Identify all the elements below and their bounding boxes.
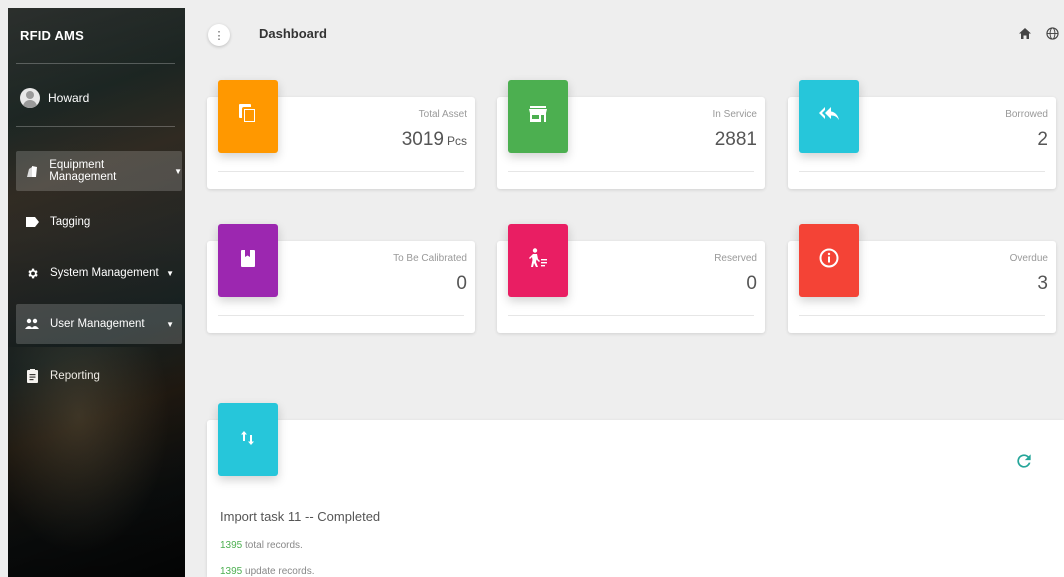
info-icon (819, 248, 839, 273)
card-value: 3019 Pcs (401, 129, 467, 150)
update-records-count: 1395 (220, 566, 243, 577)
divider (16, 126, 175, 127)
card-value: 3 (1037, 273, 1048, 294)
import-export-icon (240, 430, 256, 449)
sidebar-item-reporting[interactable]: Reporting (16, 356, 182, 396)
stat-card-borrowed[interactable]: Borrowed 2 (788, 80, 1056, 189)
home-icon[interactable] (1017, 25, 1033, 41)
card-tile (218, 224, 278, 297)
divider (799, 171, 1045, 172)
refresh-button[interactable] (1014, 451, 1036, 473)
divider (799, 315, 1045, 316)
card-value: 2 (1037, 129, 1048, 150)
copy-icon (239, 104, 257, 129)
app-title[interactable]: RFID AMS (20, 28, 84, 43)
sidebar-item-label: System Management (50, 267, 159, 279)
divider (508, 171, 754, 172)
sidebar: RFID AMS Howard Equipment Management ▼ T… (8, 8, 185, 577)
card-value: 0 (456, 273, 467, 294)
card-value: 2881 (714, 129, 757, 150)
divider (218, 171, 464, 172)
tag-icon (24, 214, 40, 230)
total-records-count: 1395 (220, 540, 243, 551)
card-label: To Be Calibrated (393, 253, 467, 264)
total-records-text: total records. (245, 540, 303, 551)
avatar (20, 88, 40, 108)
store-icon (529, 106, 547, 127)
stat-card-in-service[interactable]: In Service 2881 (497, 80, 765, 189)
stat-card-reserved[interactable]: Reserved 0 (497, 224, 765, 333)
card-tile (218, 403, 278, 476)
card-label: Reserved (714, 253, 757, 264)
caret-down-icon: ▼ (166, 268, 174, 278)
divider (508, 315, 754, 316)
sidebar-item-tagging[interactable]: Tagging (16, 202, 182, 242)
card-label: Overdue (1009, 253, 1048, 264)
caret-down-icon: ▼ (166, 319, 174, 329)
import-task-title: Import task 11 -- Completed (220, 509, 381, 524)
clipboard-icon (24, 368, 40, 384)
card-label: Total Asset (418, 109, 467, 120)
sidebar-item-user-management[interactable]: User Management ▼ (16, 304, 182, 344)
divider (218, 315, 464, 316)
total-records-line: 1395 total records. (220, 540, 303, 551)
card-tile (799, 224, 859, 297)
card-tile (799, 80, 859, 153)
bookmark-book-icon (241, 249, 255, 272)
menu-toggle-button[interactable]: ⋮ (208, 24, 230, 46)
sidebar-item-system-management[interactable]: System Management ▼ (16, 253, 182, 293)
users-icon (24, 316, 40, 332)
user-name: Howard (48, 91, 90, 105)
stat-card-to-be-calibrated[interactable]: To Be Calibrated 0 (207, 224, 475, 333)
globe-icon[interactable] (1044, 25, 1060, 41)
refresh-icon (1017, 454, 1031, 468)
update-records-line: 1395 update records. (220, 566, 315, 577)
sidebar-item-label: Tagging (50, 216, 91, 228)
sidebar-item-label: Reporting (50, 370, 100, 382)
sidebar-item-label: Equipment Management (49, 159, 117, 183)
equipment-icon (24, 163, 39, 179)
update-records-text: update records. (245, 566, 315, 577)
card-label: In Service (712, 109, 757, 120)
person-queue-icon (528, 248, 548, 273)
stat-card-overdue[interactable]: Overdue 3 (788, 224, 1056, 333)
more-vertical-icon: ⋮ (213, 29, 225, 42)
reply-all-icon (819, 107, 839, 126)
card-label: Borrowed (1005, 109, 1048, 120)
stat-card-total-asset[interactable]: Total Asset 3019 Pcs (207, 80, 475, 189)
card-tile (508, 224, 568, 297)
user-profile[interactable]: Howard (20, 88, 89, 108)
caret-down-icon: ▼ (174, 166, 182, 176)
sidebar-item-equipment-management[interactable]: Equipment Management ▼ (16, 151, 182, 191)
card-tile (218, 80, 278, 153)
page-title: Dashboard (259, 26, 327, 41)
card-value: 0 (746, 273, 757, 294)
import-task-panel: Import task 11 -- Completed 1395 total r… (207, 403, 1064, 577)
divider (16, 63, 175, 64)
card-tile (508, 80, 568, 153)
gear-icon (24, 265, 40, 281)
sidebar-item-label: User Management (50, 318, 145, 330)
